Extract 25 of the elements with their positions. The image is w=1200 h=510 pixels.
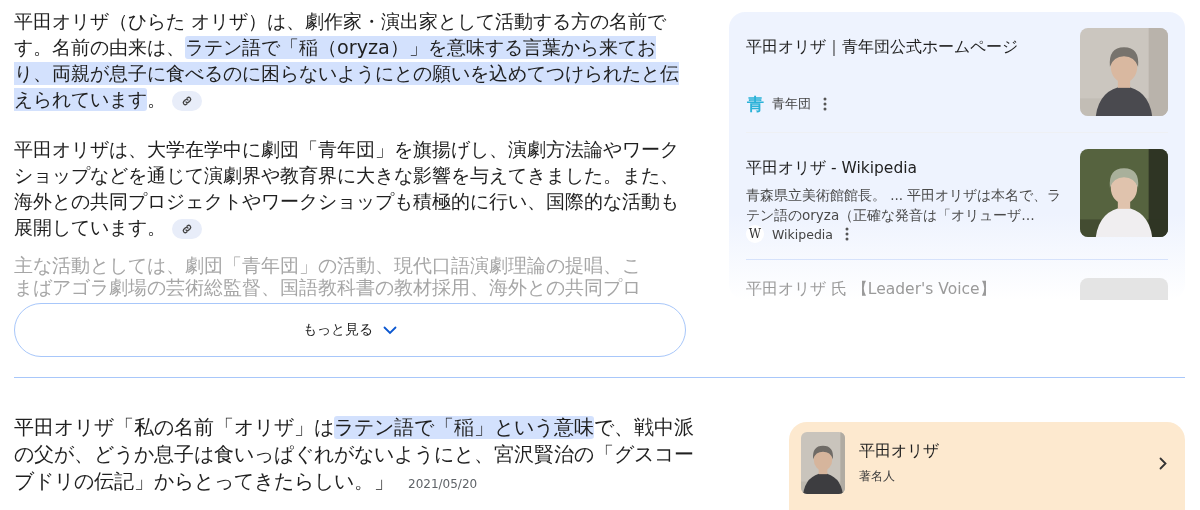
link-icon [181,222,193,235]
citation-button[interactable] [172,218,202,239]
source-snippet: 青森県立美術館館長。 ... 平田オリザは本名で、ラテン語のoryza（正確な発音は「オリューザ… [746,186,1063,225]
quote-text: 平田オリザ「私の名前「オリザ」はラテン語で「稲」という意味で、戦中派の父が、どうか息子は食いっぱぐれがないようにと、宮沢賢治の「グスコーブドリの伝記」からとってきたらしい。」 2021/05/20 [14,415,695,495]
faded-text: 主な活動としては、劇団「青年団」の活動、現代口語演劇理論の提唱、こ [14,255,642,277]
entity-card[interactable]: 平田オリザ 著名人 [789,422,1185,510]
site-favicon: 青 [746,92,764,116]
source-title[interactable]: 平田オリザ｜青年団公式ホームページ [746,36,1066,58]
faded-text: まばアゴラ劇場の芸術総監督、国語教科書の教材採用、海外との共同プロ [14,277,642,299]
show-more-button[interactable]: もっと見る [14,303,686,357]
entity-category: 著名人 [859,468,896,485]
site-name: 青年団 [772,95,811,113]
quote-date: 2021/05/20 [408,477,478,491]
chevron-right-icon [1159,456,1167,470]
site-favicon: W [746,225,764,243]
site-name: Wikipedia [772,226,833,242]
entity-name: 平田オリザ [859,441,940,462]
more-options-icon[interactable] [844,227,849,241]
link-icon [181,94,193,107]
more-options-icon[interactable] [823,97,827,111]
answer-paragraph: 平田オリザは、大学在学中に劇団「青年団」を旗揚げし、演劇方法論やワークショップなどを通じて演劇界や教育界に大きな影響を与えてきました。また、海外との共同プロジェクトやワークショップも積極的に行い、国際的な活動も展開しています。 [14,137,680,241]
source-title[interactable]: 平田オリザ - Wikipedia [746,157,1066,179]
answer-paragraph: 平田オリザ（ひらた オリザ）は、劇作家・演出家として活動する方の名前です。名前の由来は、ラテン語で「稲（oryza）」を意味する言葉から来ており、両親が息子に食べるのに困らないようにとの願いを込めてつけられたと伝えられています。 [14,9,680,113]
chevron-down-icon [383,325,397,335]
citation-button[interactable] [172,90,202,111]
